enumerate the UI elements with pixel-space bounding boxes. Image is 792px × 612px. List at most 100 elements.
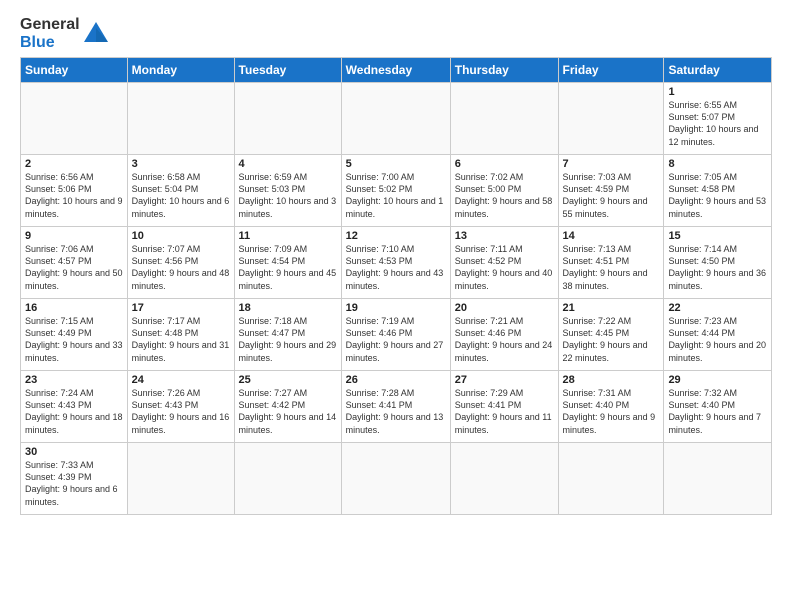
- day-cell: 23Sunrise: 7:24 AM Sunset: 4:43 PM Dayli…: [21, 371, 128, 443]
- day-cell: 6Sunrise: 7:02 AM Sunset: 5:00 PM Daylig…: [450, 155, 558, 227]
- logo-text: General Blue: [20, 16, 80, 51]
- day-info: Sunrise: 7:06 AM Sunset: 4:57 PM Dayligh…: [25, 243, 123, 292]
- header-day-thursday: Thursday: [450, 58, 558, 83]
- day-cell: 20Sunrise: 7:21 AM Sunset: 4:46 PM Dayli…: [450, 299, 558, 371]
- day-cell: 3Sunrise: 6:58 AM Sunset: 5:04 PM Daylig…: [127, 155, 234, 227]
- day-cell: 8Sunrise: 7:05 AM Sunset: 4:58 PM Daylig…: [664, 155, 772, 227]
- day-cell: 18Sunrise: 7:18 AM Sunset: 4:47 PM Dayli…: [234, 299, 341, 371]
- day-cell: 15Sunrise: 7:14 AM Sunset: 4:50 PM Dayli…: [664, 227, 772, 299]
- day-cell: [450, 83, 558, 155]
- day-cell: 19Sunrise: 7:19 AM Sunset: 4:46 PM Dayli…: [341, 299, 450, 371]
- day-number: 2: [25, 158, 123, 170]
- day-info: Sunrise: 7:03 AM Sunset: 4:59 PM Dayligh…: [563, 171, 660, 220]
- day-cell: [664, 443, 772, 515]
- day-info: Sunrise: 7:23 AM Sunset: 4:44 PM Dayligh…: [668, 315, 767, 364]
- day-info: Sunrise: 7:33 AM Sunset: 4:39 PM Dayligh…: [25, 459, 123, 508]
- header-day-tuesday: Tuesday: [234, 58, 341, 83]
- day-number: 12: [346, 230, 446, 242]
- logo-general: General: [20, 16, 80, 34]
- day-number: 13: [455, 230, 554, 242]
- day-number: 19: [346, 302, 446, 314]
- day-info: Sunrise: 7:29 AM Sunset: 4:41 PM Dayligh…: [455, 387, 554, 436]
- day-cell: 28Sunrise: 7:31 AM Sunset: 4:40 PM Dayli…: [558, 371, 664, 443]
- day-cell: 7Sunrise: 7:03 AM Sunset: 4:59 PM Daylig…: [558, 155, 664, 227]
- day-info: Sunrise: 7:26 AM Sunset: 4:43 PM Dayligh…: [132, 387, 230, 436]
- day-cell: [558, 83, 664, 155]
- day-number: 18: [239, 302, 337, 314]
- day-number: 11: [239, 230, 337, 242]
- day-info: Sunrise: 7:28 AM Sunset: 4:41 PM Dayligh…: [346, 387, 446, 436]
- day-number: 20: [455, 302, 554, 314]
- day-cell: 22Sunrise: 7:23 AM Sunset: 4:44 PM Dayli…: [664, 299, 772, 371]
- day-info: Sunrise: 6:55 AM Sunset: 5:07 PM Dayligh…: [668, 99, 767, 148]
- week-row-2: 9Sunrise: 7:06 AM Sunset: 4:57 PM Daylig…: [21, 227, 772, 299]
- logo-triangle-icon: [82, 20, 110, 48]
- day-number: 9: [25, 230, 123, 242]
- day-cell: [234, 83, 341, 155]
- day-info: Sunrise: 6:59 AM Sunset: 5:03 PM Dayligh…: [239, 171, 337, 220]
- day-number: 8: [668, 158, 767, 170]
- day-info: Sunrise: 7:00 AM Sunset: 5:02 PM Dayligh…: [346, 171, 446, 220]
- day-info: Sunrise: 7:21 AM Sunset: 4:46 PM Dayligh…: [455, 315, 554, 364]
- day-info: Sunrise: 7:02 AM Sunset: 5:00 PM Dayligh…: [455, 171, 554, 220]
- day-info: Sunrise: 7:27 AM Sunset: 4:42 PM Dayligh…: [239, 387, 337, 436]
- day-cell: 25Sunrise: 7:27 AM Sunset: 4:42 PM Dayli…: [234, 371, 341, 443]
- day-number: 4: [239, 158, 337, 170]
- day-info: Sunrise: 6:56 AM Sunset: 5:06 PM Dayligh…: [25, 171, 123, 220]
- calendar-table: SundayMondayTuesdayWednesdayThursdayFrid…: [20, 57, 772, 515]
- day-info: Sunrise: 7:19 AM Sunset: 4:46 PM Dayligh…: [346, 315, 446, 364]
- header-row: SundayMondayTuesdayWednesdayThursdayFrid…: [21, 58, 772, 83]
- week-row-1: 2Sunrise: 6:56 AM Sunset: 5:06 PM Daylig…: [21, 155, 772, 227]
- header-day-saturday: Saturday: [664, 58, 772, 83]
- day-info: Sunrise: 7:09 AM Sunset: 4:54 PM Dayligh…: [239, 243, 337, 292]
- day-cell: 4Sunrise: 6:59 AM Sunset: 5:03 PM Daylig…: [234, 155, 341, 227]
- day-number: 30: [25, 446, 123, 458]
- day-info: Sunrise: 7:31 AM Sunset: 4:40 PM Dayligh…: [563, 387, 660, 436]
- day-info: Sunrise: 7:11 AM Sunset: 4:52 PM Dayligh…: [455, 243, 554, 292]
- header: General Blue: [20, 16, 772, 51]
- day-info: Sunrise: 7:10 AM Sunset: 4:53 PM Dayligh…: [346, 243, 446, 292]
- day-cell: 27Sunrise: 7:29 AM Sunset: 4:41 PM Dayli…: [450, 371, 558, 443]
- day-info: Sunrise: 7:13 AM Sunset: 4:51 PM Dayligh…: [563, 243, 660, 292]
- week-row-4: 23Sunrise: 7:24 AM Sunset: 4:43 PM Dayli…: [21, 371, 772, 443]
- day-info: Sunrise: 7:22 AM Sunset: 4:45 PM Dayligh…: [563, 315, 660, 364]
- day-cell: 16Sunrise: 7:15 AM Sunset: 4:49 PM Dayli…: [21, 299, 128, 371]
- page: General Blue SundayMondayTuesdayWednesda…: [0, 0, 792, 525]
- day-cell: [341, 443, 450, 515]
- day-number: 25: [239, 374, 337, 386]
- day-number: 1: [668, 86, 767, 98]
- header-day-monday: Monday: [127, 58, 234, 83]
- day-info: Sunrise: 7:18 AM Sunset: 4:47 PM Dayligh…: [239, 315, 337, 364]
- day-number: 22: [668, 302, 767, 314]
- day-number: 16: [25, 302, 123, 314]
- day-cell: 24Sunrise: 7:26 AM Sunset: 4:43 PM Dayli…: [127, 371, 234, 443]
- logo-group: General Blue: [20, 16, 110, 51]
- day-cell: 10Sunrise: 7:07 AM Sunset: 4:56 PM Dayli…: [127, 227, 234, 299]
- week-row-3: 16Sunrise: 7:15 AM Sunset: 4:49 PM Dayli…: [21, 299, 772, 371]
- day-number: 14: [563, 230, 660, 242]
- day-cell: 1Sunrise: 6:55 AM Sunset: 5:07 PM Daylig…: [664, 83, 772, 155]
- day-number: 10: [132, 230, 230, 242]
- day-info: Sunrise: 7:24 AM Sunset: 4:43 PM Dayligh…: [25, 387, 123, 436]
- day-number: 5: [346, 158, 446, 170]
- header-day-wednesday: Wednesday: [341, 58, 450, 83]
- day-cell: 13Sunrise: 7:11 AM Sunset: 4:52 PM Dayli…: [450, 227, 558, 299]
- day-number: 29: [668, 374, 767, 386]
- day-number: 17: [132, 302, 230, 314]
- day-cell: 30Sunrise: 7:33 AM Sunset: 4:39 PM Dayli…: [21, 443, 128, 515]
- day-cell: [127, 83, 234, 155]
- week-row-0: 1Sunrise: 6:55 AM Sunset: 5:07 PM Daylig…: [21, 83, 772, 155]
- day-info: Sunrise: 7:07 AM Sunset: 4:56 PM Dayligh…: [132, 243, 230, 292]
- day-cell: [234, 443, 341, 515]
- day-cell: 9Sunrise: 7:06 AM Sunset: 4:57 PM Daylig…: [21, 227, 128, 299]
- day-info: Sunrise: 7:17 AM Sunset: 4:48 PM Dayligh…: [132, 315, 230, 364]
- day-cell: 21Sunrise: 7:22 AM Sunset: 4:45 PM Dayli…: [558, 299, 664, 371]
- day-cell: 17Sunrise: 7:17 AM Sunset: 4:48 PM Dayli…: [127, 299, 234, 371]
- day-info: Sunrise: 7:05 AM Sunset: 4:58 PM Dayligh…: [668, 171, 767, 220]
- day-cell: 5Sunrise: 7:00 AM Sunset: 5:02 PM Daylig…: [341, 155, 450, 227]
- day-cell: [21, 83, 128, 155]
- logo: General Blue: [20, 16, 110, 51]
- day-info: Sunrise: 7:15 AM Sunset: 4:49 PM Dayligh…: [25, 315, 123, 364]
- day-cell: [341, 83, 450, 155]
- day-number: 3: [132, 158, 230, 170]
